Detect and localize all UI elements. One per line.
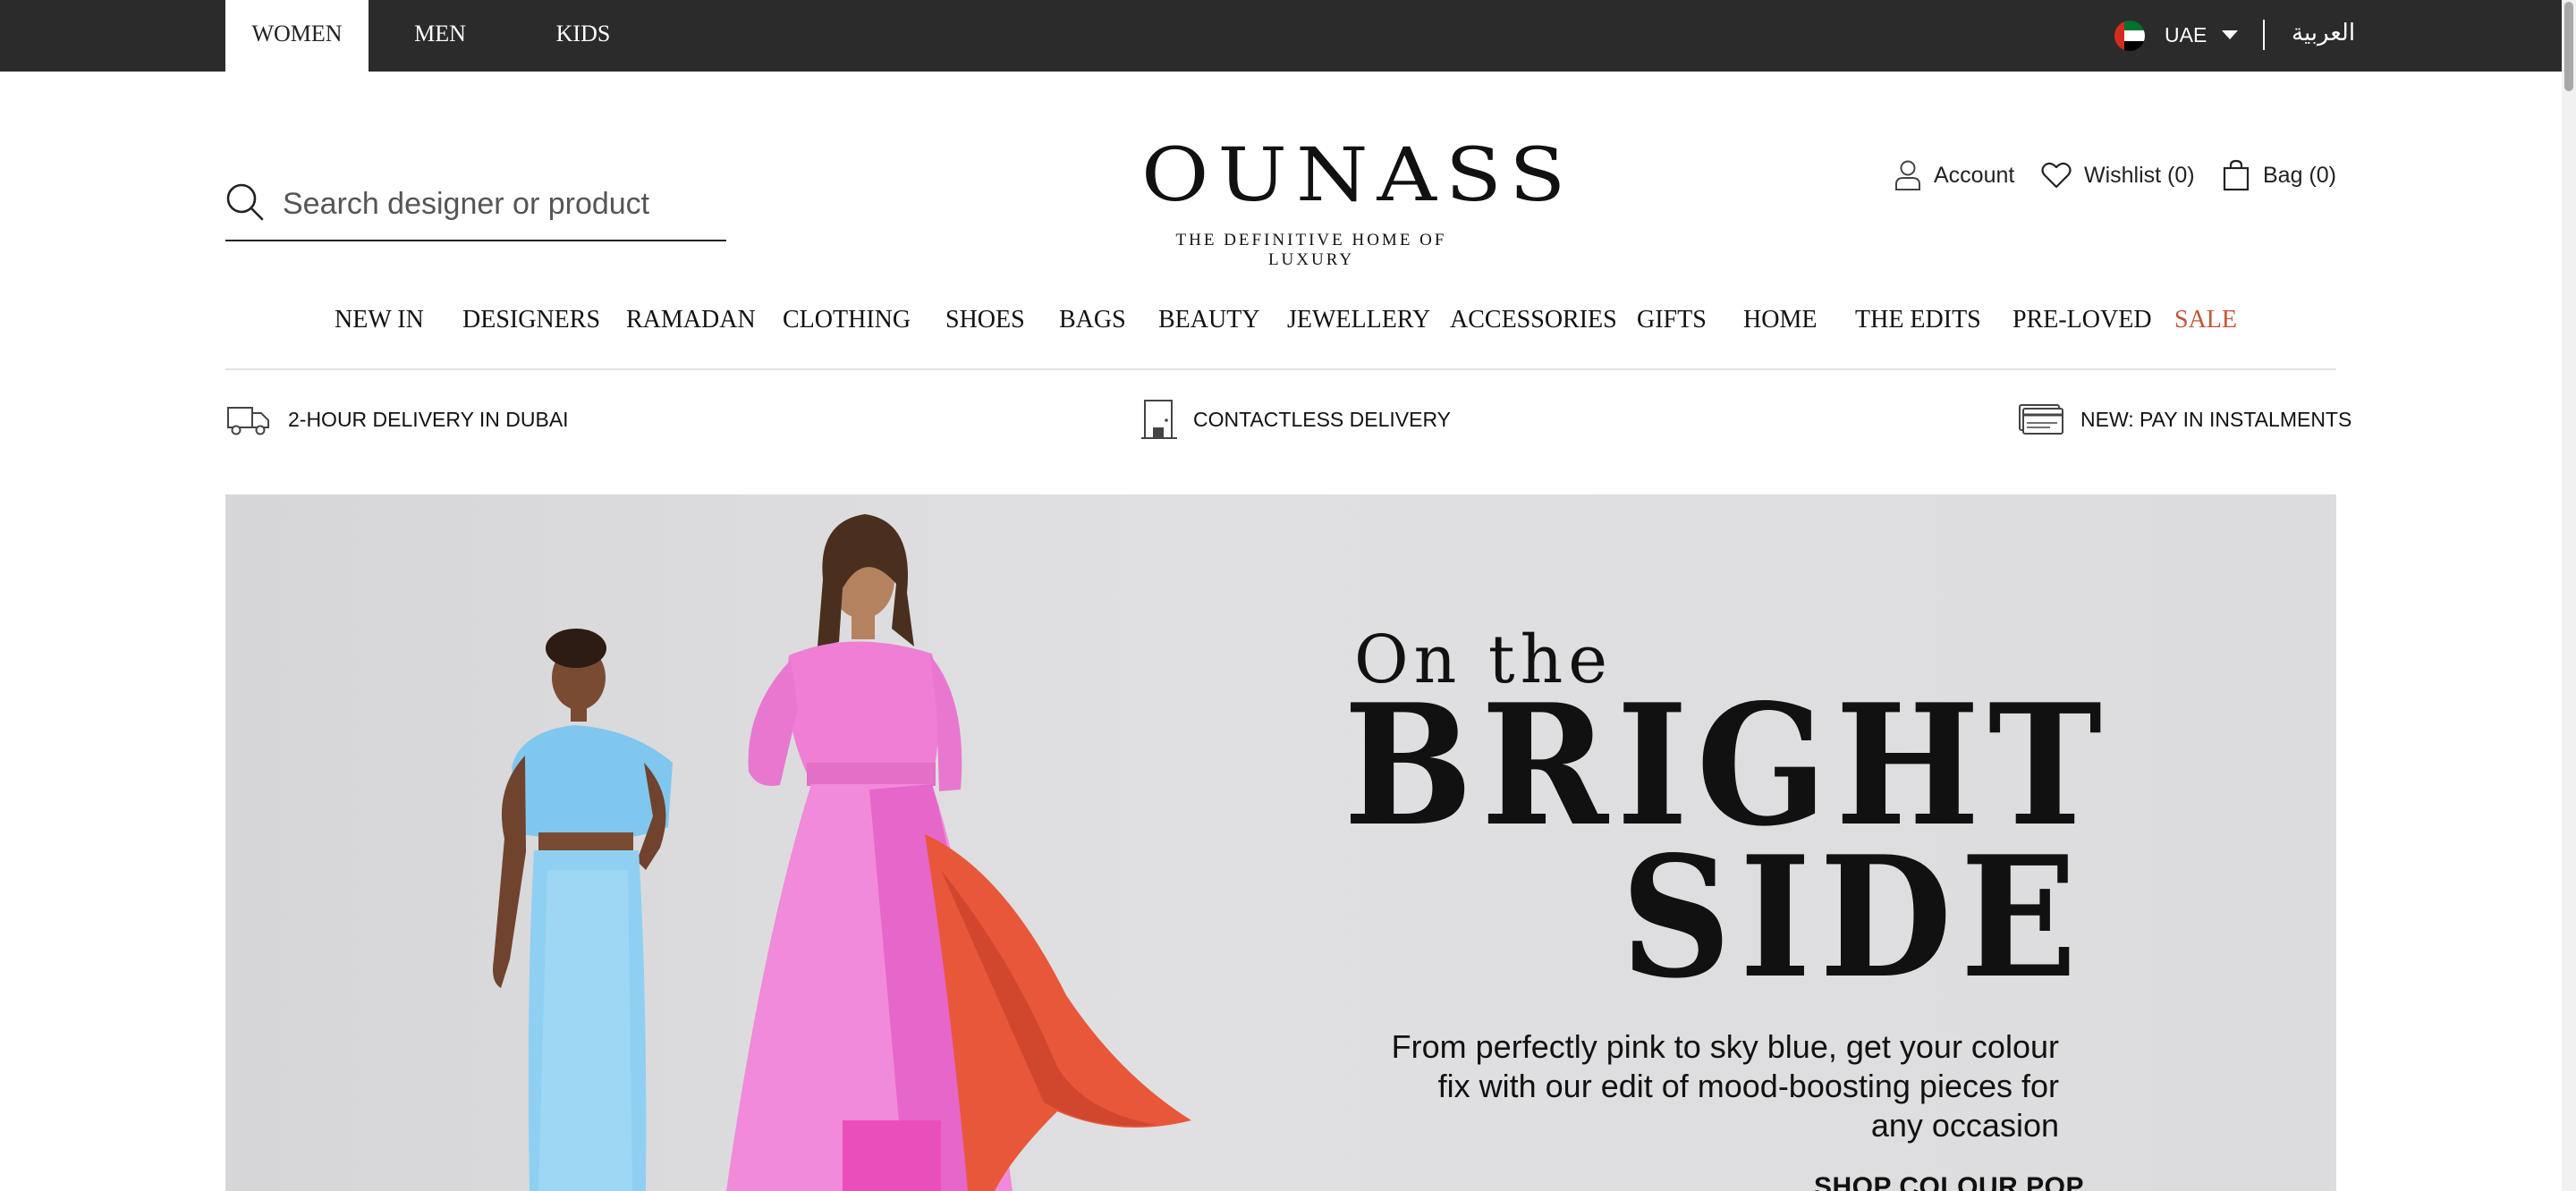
nav-designers[interactable]: DESIGNERS bbox=[462, 306, 600, 334]
wishlist-label: Wishlist (0) bbox=[2084, 162, 2195, 188]
scrollbar[interactable] bbox=[2562, 0, 2576, 1191]
chevron-down-icon[interactable] bbox=[2222, 30, 2238, 39]
search-input[interactable] bbox=[283, 184, 721, 224]
delivery-van-icon bbox=[227, 407, 269, 435]
user-icon bbox=[1895, 160, 1920, 190]
uae-flag-icon[interactable] bbox=[2114, 21, 2145, 51]
bag-icon bbox=[2223, 159, 2250, 191]
tab-men[interactable]: MEN bbox=[369, 0, 512, 72]
nav-clothing[interactable]: CLOTHING bbox=[783, 306, 911, 334]
account-link[interactable]: Account bbox=[1894, 156, 2014, 195]
tagline: THE DEFINITIVE HOME OF LUXURY bbox=[1175, 231, 1447, 269]
delivery-label: 2-HOUR DELIVERY IN DUBAI bbox=[288, 407, 569, 431]
scrollbar-thumb[interactable] bbox=[2564, 2, 2573, 91]
divider bbox=[2263, 20, 2265, 50]
hero-description: From perfectly pink to sky blue, get you… bbox=[1391, 1028, 2059, 1144]
nav-sale[interactable]: SALE bbox=[2174, 306, 2237, 334]
shop-colour-pop-link[interactable]: SHOP COLOUR POP bbox=[1814, 1172, 2084, 1191]
credit-card-icon bbox=[2019, 404, 2063, 435]
nav-accessories[interactable]: ACCESSORIES bbox=[1450, 306, 1617, 334]
search-bar[interactable] bbox=[225, 175, 726, 241]
nav-the-edits[interactable]: THE EDITS bbox=[1855, 306, 1981, 334]
contactless-info-item: CONTACTLESS DELIVERY bbox=[1141, 399, 1451, 440]
nav-pre-loved[interactable]: PRE-LOVED bbox=[2012, 306, 2152, 334]
language-switch[interactable]: العربية bbox=[2292, 20, 2355, 46]
instalments-label: NEW: PAY IN INSTALMENTS bbox=[2080, 407, 2352, 431]
bag-label: Bag (0) bbox=[2263, 162, 2336, 188]
instalments-info-item: NEW: PAY IN INSTALMENTS bbox=[2018, 399, 2351, 440]
tab-women[interactable]: WOMEN bbox=[225, 0, 369, 72]
heart-icon bbox=[2041, 162, 2072, 189]
hero-banner[interactable]: On the BRIGHT SIDE From perfectly pink t… bbox=[225, 494, 2336, 1191]
logo-wordmark[interactable]: OUNASS bbox=[1141, 136, 1565, 214]
nav-ramadan[interactable]: RAMADAN bbox=[626, 306, 756, 334]
nav-bags[interactable]: BAGS bbox=[1059, 306, 1126, 334]
nav-jewellery[interactable]: JEWELLERY bbox=[1287, 306, 1430, 334]
tab-kids[interactable]: KIDS bbox=[512, 0, 655, 72]
main-nav: NEW IN DESIGNERS RAMADAN CLOTHING SHOES … bbox=[225, 299, 2336, 370]
bag-link[interactable]: Bag (0) bbox=[2222, 156, 2336, 195]
logo[interactable]: OUNASS bbox=[1141, 132, 1565, 218]
hero-models-image bbox=[493, 514, 1191, 1191]
delivery-info-item: 2-HOUR DELIVERY IN DUBAI bbox=[225, 399, 569, 440]
nav-shoes[interactable]: SHOES bbox=[945, 306, 1025, 334]
country-selector[interactable]: UAE bbox=[2165, 23, 2207, 47]
account-label: Account bbox=[1934, 162, 2015, 188]
nav-beauty[interactable]: BEAUTY bbox=[1158, 306, 1260, 334]
nav-new-in[interactable]: NEW IN bbox=[335, 306, 424, 334]
door-package-icon bbox=[1141, 400, 1177, 439]
hero-headline-side: SIDE bbox=[1621, 819, 2086, 1015]
nav-gifts[interactable]: GIFTS bbox=[1637, 306, 1707, 334]
top-bar: WOMEN MEN KIDS UAE العربية bbox=[0, 0, 2562, 72]
nav-home[interactable]: HOME bbox=[1743, 306, 1817, 334]
contactless-label: CONTACTLESS DELIVERY bbox=[1193, 407, 1452, 431]
search-icon[interactable] bbox=[225, 182, 265, 222]
wishlist-link[interactable]: Wishlist (0) bbox=[2041, 156, 2195, 195]
